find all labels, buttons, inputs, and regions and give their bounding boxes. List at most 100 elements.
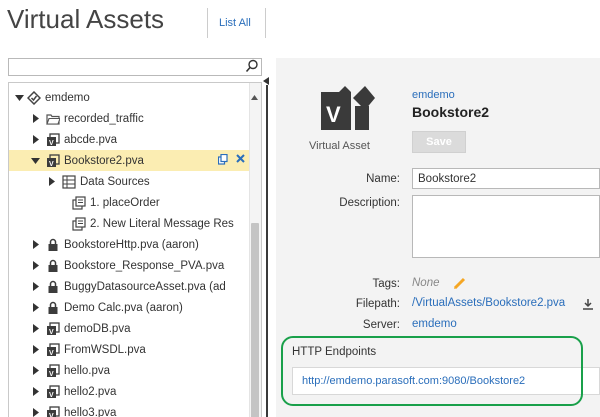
tree-node-hello3[interactable]: V hello3.pva <box>9 402 249 417</box>
tree-node-data-sources[interactable]: Data Sources <box>9 171 249 192</box>
svg-text:V: V <box>49 413 54 417</box>
chevron-right-icon[interactable] <box>31 303 40 312</box>
tree-node-fromwsdl[interactable]: V FromWSDL.pva <box>9 339 249 360</box>
tree-node-demo-calc[interactable]: Demo Calc.pva (aaron) <box>9 297 249 318</box>
pva-file-icon: V <box>46 132 60 147</box>
tree-node-label: recorded_traffic <box>64 112 144 125</box>
download-icon[interactable] <box>582 297 594 315</box>
svg-text:V: V <box>49 392 54 399</box>
name-field[interactable] <box>412 168 600 189</box>
svg-text:V: V <box>49 371 54 378</box>
tree-node-emdemo[interactable]: emdemo <box>9 87 249 108</box>
tree-node-label: hello.pva <box>64 364 111 377</box>
description-field[interactable] <box>412 195 600 258</box>
tree-node-new-literal-message[interactable]: 2. New Literal Message Res <box>9 213 249 234</box>
chevron-down-icon[interactable] <box>31 156 40 165</box>
chevron-down-icon[interactable] <box>15 93 24 102</box>
tree-node-abcde[interactable]: V abcde.pva <box>9 129 249 150</box>
splitter-line <box>266 85 268 417</box>
tree-node-label: BookstoreHttp.pva (aaron) <box>64 238 199 251</box>
responder-icon <box>72 195 86 210</box>
chevron-right-icon[interactable] <box>31 261 40 270</box>
tree-node-recorded-traffic[interactable]: recorded_traffic <box>9 108 249 129</box>
chevron-right-icon[interactable] <box>47 177 56 186</box>
pva-file-icon: V <box>46 363 60 378</box>
copy-icon[interactable] <box>217 153 228 168</box>
server-icon <box>26 90 42 105</box>
lock-icon <box>46 280 60 294</box>
edit-pencil-icon[interactable] <box>453 276 467 295</box>
http-endpoints-title: HTTP Endpoints <box>292 346 377 358</box>
lock-icon <box>46 301 60 315</box>
chevron-right-icon[interactable] <box>31 366 40 375</box>
list-all-link[interactable]: List All <box>219 17 251 29</box>
save-button[interactable]: Save <box>412 131 466 153</box>
tree-node-label: Bookstore2.pva <box>64 154 144 167</box>
asset-title: Bookstore2 <box>412 104 490 120</box>
search-input[interactable] <box>8 58 262 76</box>
logo-caption: Virtual Asset <box>309 140 370 152</box>
svg-text:V: V <box>326 102 341 127</box>
chevron-right-icon[interactable] <box>31 240 40 249</box>
chevron-right-icon[interactable] <box>31 114 40 123</box>
header-divider-right <box>265 8 266 38</box>
scroll-up-icon[interactable] <box>251 87 258 105</box>
tree-node-label: BuggyDatasourceAsset.pva (ad <box>64 280 226 293</box>
svg-text:V: V <box>49 329 54 336</box>
folder-icon <box>46 112 61 126</box>
tree-node-label: demoDB.pva <box>64 322 131 335</box>
asset-tree: emdemo recorded_traffic V abcde.pva V Bo… <box>8 82 262 417</box>
search-icon[interactable] <box>245 59 259 73</box>
svg-text:V: V <box>49 350 54 357</box>
description-label: Description: <box>339 197 400 209</box>
data-sources-icon <box>62 174 76 189</box>
server-label: Server: <box>362 319 400 331</box>
name-label: Name: <box>366 173 400 185</box>
http-endpoint-url[interactable]: http://emdemo.parasoft.com:9080/Bookstor… <box>302 375 525 387</box>
virtual-asset-logo-icon: V <box>317 84 375 141</box>
tree-node-label: 1. placeOrder <box>90 196 160 209</box>
tree-node-buggy-datasource[interactable]: BuggyDatasourceAsset.pva (ad <box>9 276 249 297</box>
tree-node-label: abcde.pva <box>64 133 118 146</box>
tags-label: Tags: <box>372 278 401 290</box>
delete-icon[interactable] <box>236 154 245 168</box>
tree-node-bookstore-http[interactable]: BookstoreHttp.pva (aaron) <box>9 234 249 255</box>
tree-node-bookstore-response[interactable]: Bookstore_Response_PVA.pva <box>9 255 249 276</box>
filepath-label: Filepath: <box>355 298 400 310</box>
tree-node-bookstore2[interactable]: V Bookstore2.pva <box>9 150 249 171</box>
tree-node-hello[interactable]: V hello.pva <box>9 360 249 381</box>
chevron-right-icon[interactable] <box>31 282 40 291</box>
chevron-right-icon[interactable] <box>31 345 40 354</box>
chevron-right-icon[interactable] <box>31 324 40 333</box>
page-title: Virtual Assets <box>7 4 165 34</box>
svg-text:V: V <box>49 140 54 147</box>
asset-tree-panel: emdemo recorded_traffic V abcde.pva V Bo… <box>8 58 262 417</box>
tree-node-label: Data Sources <box>80 175 150 188</box>
tree-node-place-order[interactable]: 1. placeOrder <box>9 192 249 213</box>
chevron-right-icon[interactable] <box>31 135 40 144</box>
chevron-right-icon[interactable] <box>31 408 40 417</box>
tree-node-label: hello2.pva <box>64 385 117 398</box>
chevron-right-icon[interactable] <box>31 387 40 396</box>
row-actions <box>217 153 245 168</box>
pva-file-icon: V <box>46 405 60 417</box>
tree-node-label: FromWSDL.pva <box>64 343 146 356</box>
asset-owner-link[interactable]: emdemo <box>412 89 455 101</box>
tree-scrollbar[interactable] <box>249 83 261 417</box>
pva-file-icon: V <box>46 384 60 399</box>
tree-node-hello2[interactable]: V hello2.pva <box>9 381 249 402</box>
tree-node-label: Demo Calc.pva (aaron) <box>64 301 183 314</box>
svg-text:V: V <box>49 161 54 168</box>
tree-node-label: hello3.pva <box>64 406 117 417</box>
tree-node-label: 2. New Literal Message Res <box>90 217 234 230</box>
responder-icon <box>72 216 86 231</box>
server-link[interactable]: emdemo <box>412 318 457 330</box>
lock-icon <box>46 238 60 252</box>
filepath-link[interactable]: /VirtualAssets/Bookstore2.pva <box>412 297 565 309</box>
tree-node-demodb[interactable]: V demoDB.pva <box>9 318 249 339</box>
scrollbar-thumb[interactable] <box>251 223 259 417</box>
lock-icon <box>46 259 60 273</box>
tree-node-label: emdemo <box>45 91 90 104</box>
pva-file-icon: V <box>46 153 60 168</box>
tree-node-label: Bookstore_Response_PVA.pva <box>64 259 225 272</box>
